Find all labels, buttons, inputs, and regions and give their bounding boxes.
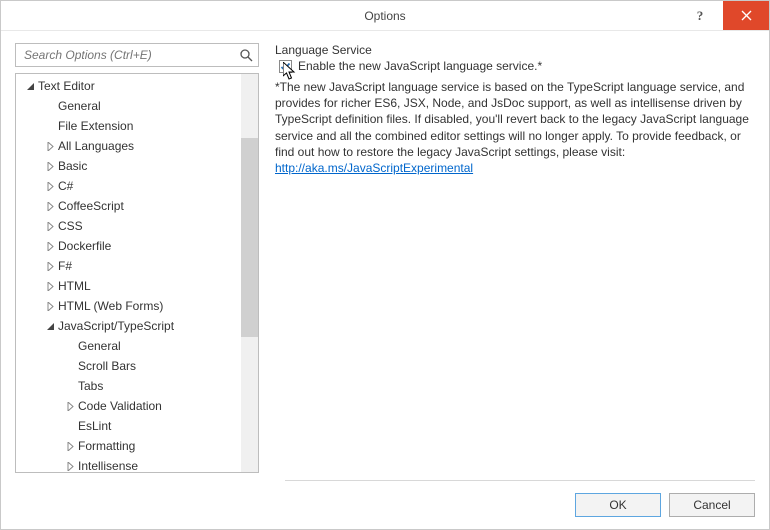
tree-item[interactable]: All Languages [16,136,241,156]
tree-item-label: Basic [58,156,87,176]
expand-icon[interactable] [44,136,56,156]
window-title: Options [364,9,405,23]
tree-item-label: Text Editor [38,76,95,96]
tree-item-label: Formatting [78,436,135,456]
search-box[interactable] [15,43,259,67]
tree-item[interactable]: Text Editor [16,76,241,96]
tree-item-label: CSS [58,216,83,236]
tree-item-label: General [78,336,121,356]
expand-icon[interactable] [44,176,56,196]
options-tree: Text EditorGeneralFile ExtensionAll Lang… [15,73,259,473]
tree-item[interactable]: Intellisense [16,456,241,472]
tree-item[interactable]: CoffeeScript [16,196,241,216]
close-button[interactable] [723,1,769,30]
help-button[interactable]: ? [677,1,723,30]
tree-item-label: F# [58,256,72,276]
tree-item[interactable]: File Extension [16,116,241,136]
titlebar: Options ? [1,1,769,31]
tree-item-label: File Extension [58,116,133,136]
tree-item[interactable]: General [16,336,241,356]
expand-icon[interactable] [44,156,56,176]
checkbox-label: Enable the new JavaScript language servi… [298,59,542,73]
expand-icon[interactable] [44,276,56,296]
left-column: Text EditorGeneralFile ExtensionAll Lang… [15,43,259,473]
description-text: *The new JavaScript language service is … [275,79,755,176]
expand-icon[interactable] [64,396,76,416]
dialog-buttons: OK Cancel [575,493,755,517]
group-language-service: Language Service Enable the new JavaScri… [275,43,755,176]
tree-item[interactable]: JavaScript/TypeScript [16,316,241,336]
tree-item-label: EsLint [78,416,111,436]
search-icon [238,47,254,63]
expand-icon[interactable] [64,456,76,472]
tree-item-label: HTML [58,276,91,296]
tree-item[interactable]: HTML (Web Forms) [16,296,241,316]
tree-item[interactable]: HTML [16,276,241,296]
content-area: Text EditorGeneralFile ExtensionAll Lang… [1,31,769,529]
titlebar-buttons: ? [677,1,769,30]
settings-panel: Language Service Enable the new JavaScri… [259,43,755,473]
tree-item[interactable]: Code Validation [16,396,241,416]
tree-item-label: CoffeeScript [58,196,124,216]
tree-item[interactable]: C# [16,176,241,196]
collapse-icon[interactable] [44,316,56,336]
tree-item[interactable]: EsLint [16,416,241,436]
tree-item-label: Scroll Bars [78,356,136,376]
tree-item[interactable]: CSS [16,216,241,236]
collapse-icon[interactable] [24,76,36,96]
tree-item[interactable]: Scroll Bars [16,356,241,376]
tree-item[interactable]: Tabs [16,376,241,396]
ok-button[interactable]: OK [575,493,661,517]
search-input[interactable] [22,47,238,63]
tree-item-label: JavaScript/TypeScript [58,316,174,336]
expand-icon[interactable] [44,256,56,276]
tree-item[interactable]: Formatting [16,436,241,456]
tree-item-label: Intellisense [78,456,138,472]
tree-item-label: Tabs [78,376,103,396]
tree-item-label: HTML (Web Forms) [58,296,163,316]
tree-item-label: Dockerfile [58,236,111,256]
tree-item[interactable]: General [16,96,241,116]
expand-icon[interactable] [44,196,56,216]
separator [285,480,755,481]
group-title: Language Service [275,43,755,57]
tree-item[interactable]: Basic [16,156,241,176]
expand-icon[interactable] [44,236,56,256]
tree-item-label: Code Validation [78,396,162,416]
feedback-link[interactable]: http://aka.ms/JavaScriptExperimental [275,161,473,175]
scrollbar-thumb[interactable] [241,138,258,337]
expand-icon[interactable] [44,216,56,236]
enable-new-js-checkbox[interactable] [279,60,292,73]
tree-item[interactable]: Dockerfile [16,236,241,256]
expand-icon[interactable] [64,436,76,456]
tree-item-label: C# [58,176,73,196]
expand-icon[interactable] [44,296,56,316]
tree-scrollbar[interactable] [241,74,258,472]
tree-item-label: All Languages [58,136,134,156]
tree-item[interactable]: F# [16,256,241,276]
cancel-button[interactable]: Cancel [669,493,755,517]
options-dialog: Options ? Text EditorGeneralFile Extensi… [0,0,770,530]
svg-text:?: ? [697,9,704,23]
tree-item-label: General [58,96,101,116]
